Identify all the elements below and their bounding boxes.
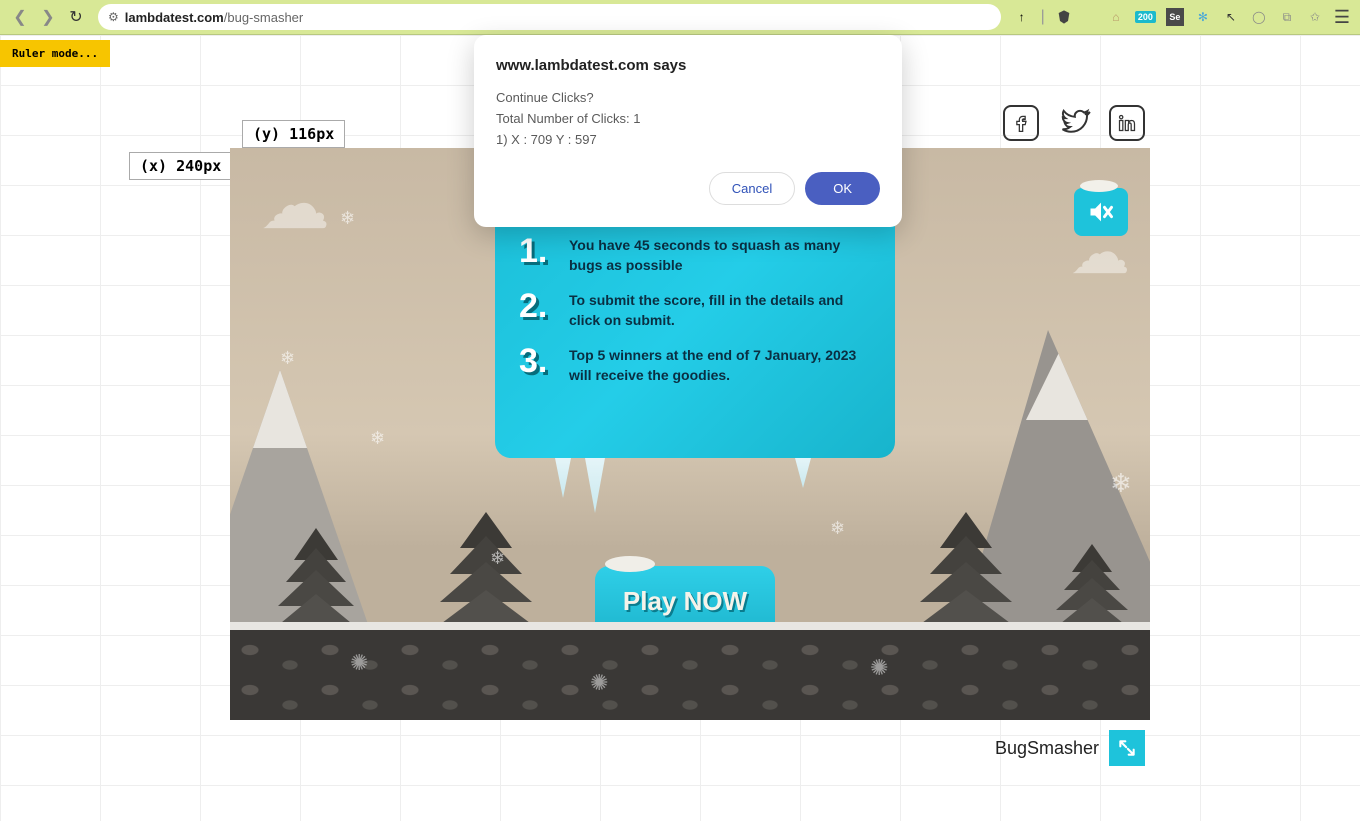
tree [910, 524, 1022, 632]
mute-button[interactable] [1074, 188, 1128, 236]
extension-icon-blue[interactable]: ✻ [1194, 8, 1212, 26]
rule-text: To submit the score, fill in the details… [569, 287, 871, 330]
divider: | [1041, 8, 1045, 26]
snowflake-icon: ❄ [340, 208, 355, 229]
site-tune-icon: ⚙ [108, 10, 119, 24]
tree [430, 524, 542, 632]
fullscreen-button[interactable] [1109, 730, 1145, 766]
back-button[interactable]: ❮ [10, 7, 30, 27]
alert-title: www.lambdatest.com says [496, 57, 880, 74]
snowflake-icon: ❄ [370, 428, 385, 449]
rule-number: 2. [519, 287, 557, 330]
puzzle-icon[interactable]: ⧉ [1278, 8, 1296, 26]
selenium-icon[interactable]: Se [1166, 8, 1184, 26]
browser-chrome: ❮ ❯ ↻ ⚙ lambdatest.com/bug-smasher ↑ | ⌂… [0, 0, 1360, 35]
rule-number: 3. [519, 342, 557, 385]
circle-icon[interactable]: ◯ [1250, 8, 1268, 26]
game-footer: BugSmasher [995, 730, 1145, 766]
cursor-icon[interactable]: ↖ [1222, 8, 1240, 26]
alert-ok-button[interactable]: OK [805, 172, 880, 205]
linkedin-icon[interactable] [1109, 105, 1145, 141]
snowflake-icon: ❄ [830, 518, 845, 539]
url-domain: lambdatest.com [125, 10, 224, 25]
ruler-mode-button[interactable]: Ruler mode... [0, 40, 110, 67]
url-bar[interactable]: ⚙ lambdatest.com/bug-smasher [98, 4, 1001, 30]
tree [1050, 556, 1134, 632]
snowflake-icon: ❄ [1110, 468, 1132, 499]
rule-number: 1. [519, 232, 557, 275]
alert-cancel-button[interactable]: Cancel [709, 172, 795, 205]
menu-icon[interactable]: ☰ [1334, 7, 1350, 28]
rule-item: 1. You have 45 seconds to squash as many… [519, 232, 871, 275]
extension-icon-1[interactable]: ⌂ [1107, 8, 1125, 26]
rule-text: You have 45 seconds to squash as many bu… [569, 232, 871, 275]
ruler-y-top: (y) 116px [242, 120, 345, 148]
play-label: Play NOW [623, 586, 747, 617]
rule-item: 2. To submit the score, fill in the deta… [519, 287, 871, 330]
alert-line-1: Continue Clicks? [496, 88, 880, 109]
star-icon[interactable]: ✩ [1306, 8, 1324, 26]
ground: ✺ ✺ ✺ [230, 630, 1150, 720]
snowflake-icon: ❄ [490, 548, 505, 569]
rule-item: 3. Top 5 winners at the end of 7 January… [519, 342, 871, 385]
forward-button[interactable]: ❯ [38, 7, 58, 27]
game-canvas[interactable]: ☁ ☁ ❄ ❄ ❄ ❄ ❄ ❄ ❄ Things to keep in mind [230, 148, 1150, 720]
facebook-icon[interactable] [1003, 105, 1039, 141]
alert-line-3: 1) X : 709 Y : 597 [496, 130, 880, 151]
social-links [1003, 105, 1145, 144]
extension-badge-200[interactable]: 200 [1135, 11, 1156, 23]
rule-text: Top 5 winners at the end of 7 January, 2… [569, 342, 871, 385]
game-name-label: BugSmasher [995, 738, 1099, 759]
js-alert-dialog: www.lambdatest.com says Continue Clicks?… [474, 35, 902, 227]
cloud-icon: ☁ [260, 163, 330, 245]
brave-shields-icon[interactable] [1055, 8, 1073, 26]
url-path: /bug-smasher [224, 10, 303, 25]
snowflake-icon: ❄ [280, 348, 295, 369]
alert-line-2: Total Number of Clicks: 1 [496, 109, 880, 130]
twitter-icon[interactable] [1057, 105, 1091, 144]
tree [270, 540, 362, 632]
share-icon[interactable]: ↑ [1013, 8, 1031, 26]
reload-button[interactable]: ↻ [66, 7, 86, 27]
ruler-x-left: (x) 240px [129, 152, 232, 180]
